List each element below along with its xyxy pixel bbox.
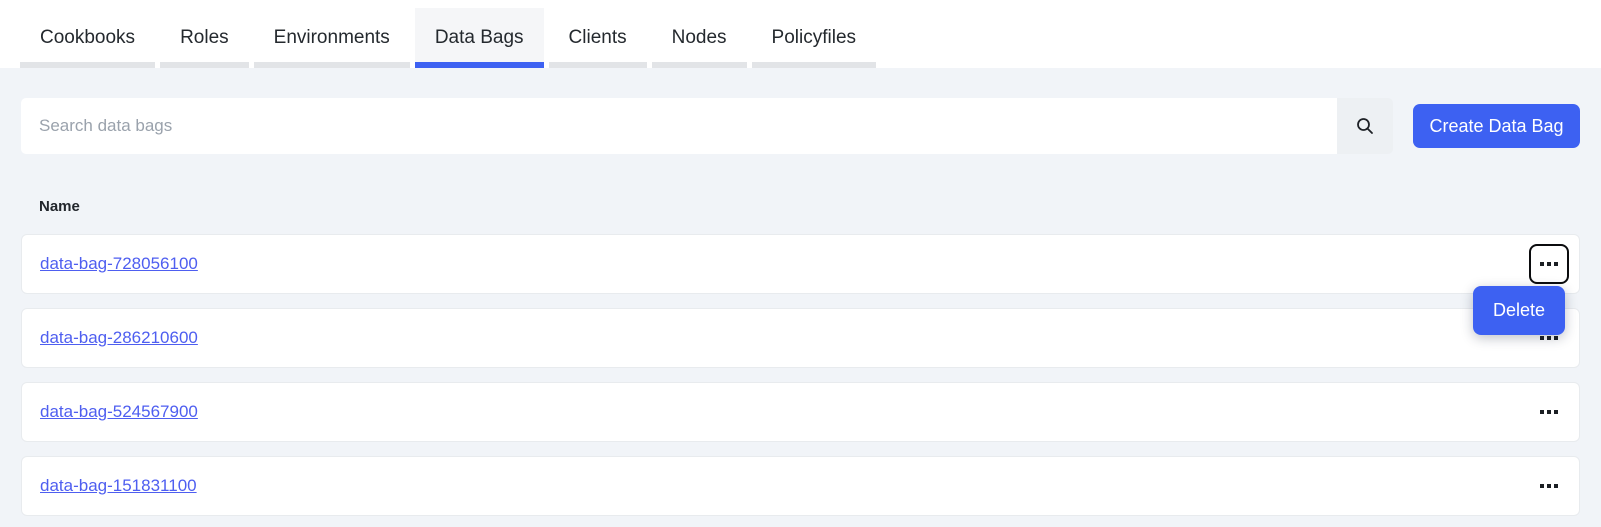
tab-underline — [20, 62, 155, 68]
ellipsis-icon — [1540, 336, 1558, 340]
row-actions — [1529, 466, 1569, 506]
tab-label: Clients — [549, 27, 647, 49]
tab-underline — [652, 62, 747, 68]
data-bag-link[interactable]: data-bag-524567900 — [40, 402, 198, 422]
tab-data-bags[interactable]: Data Bags — [415, 8, 544, 68]
tab-label: Policyfiles — [752, 27, 876, 49]
data-bag-link[interactable]: data-bag-286210600 — [40, 328, 198, 348]
data-bag-link[interactable]: data-bag-151831100 — [40, 476, 197, 496]
row-menu-button[interactable] — [1529, 392, 1569, 432]
tab-underline — [160, 62, 249, 68]
toolbar: Create Data Bag — [21, 98, 1580, 154]
tab-label: Environments — [254, 27, 410, 49]
row-actions: Delete — [1529, 244, 1569, 284]
data-bag-row: data-bag-728056100 Delete — [21, 234, 1580, 294]
tab-clients[interactable]: Clients — [549, 8, 647, 68]
tab-underline — [549, 62, 647, 68]
tab-label: Roles — [160, 27, 249, 49]
tab-environments[interactable]: Environments — [254, 8, 410, 68]
tab-label: Cookbooks — [20, 27, 155, 49]
tab-underline — [254, 62, 410, 68]
create-data-bag-button[interactable]: Create Data Bag — [1413, 104, 1580, 148]
delete-menu-item[interactable]: Delete — [1473, 286, 1565, 335]
data-bag-link[interactable]: data-bag-728056100 — [40, 254, 198, 274]
search-input[interactable] — [21, 98, 1337, 154]
data-bags-content: Create Data Bag Name data-bag-728056100 … — [0, 68, 1601, 516]
row-menu-button[interactable] — [1529, 466, 1569, 506]
tab-underline-active — [415, 62, 544, 68]
tab-roles[interactable]: Roles — [160, 8, 249, 68]
search-group — [21, 98, 1393, 154]
data-bag-row: data-bag-524567900 — [21, 382, 1580, 442]
data-bag-row: data-bag-151831100 — [21, 456, 1580, 516]
search-icon — [1355, 116, 1375, 136]
tab-underline — [752, 62, 876, 68]
column-header-name: Name — [39, 198, 1580, 215]
row-actions — [1529, 392, 1569, 432]
tab-policyfiles[interactable]: Policyfiles — [752, 8, 876, 68]
data-bag-row: data-bag-286210600 — [21, 308, 1580, 368]
row-menu-button[interactable] — [1529, 244, 1569, 284]
tab-label: Data Bags — [415, 27, 544, 49]
tab-cookbooks[interactable]: Cookbooks — [20, 8, 155, 68]
data-bags-page: Cookbooks Roles Environments Data Bags C… — [0, 0, 1601, 516]
tab-nodes[interactable]: Nodes — [652, 8, 747, 68]
ellipsis-icon — [1540, 484, 1558, 488]
search-button[interactable] — [1337, 98, 1393, 154]
ellipsis-icon — [1540, 410, 1558, 414]
tab-label: Nodes — [652, 27, 747, 49]
object-type-tab-bar: Cookbooks Roles Environments Data Bags C… — [0, 0, 1601, 68]
row-context-menu: Delete — [1473, 286, 1565, 335]
ellipsis-icon — [1540, 262, 1558, 266]
